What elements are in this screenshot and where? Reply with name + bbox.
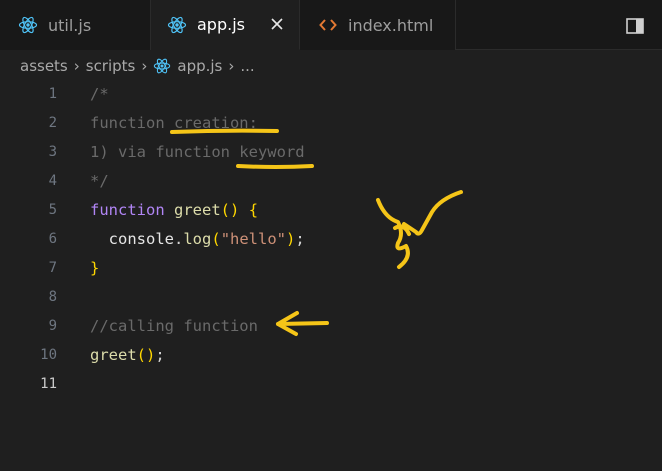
chevron-right-icon: › (141, 57, 148, 75)
code-token: greet (90, 346, 137, 364)
chevron-right-icon: › (73, 57, 80, 75)
code-line[interactable]: 2 function creation: (0, 109, 662, 138)
code-text: 1) via function keyword (90, 138, 305, 167)
code-text: } (90, 254, 99, 283)
code-token: . (174, 230, 184, 248)
split-editor-icon[interactable] (626, 18, 644, 34)
code-text: */ (90, 167, 109, 196)
react-icon (154, 58, 171, 74)
code-line[interactable]: 5 function greet() { (0, 196, 662, 225)
code-token: ) (286, 230, 296, 248)
line-number: 9 (48, 318, 57, 334)
code-line[interactable]: 1 /* (0, 80, 662, 109)
react-icon (18, 16, 38, 34)
chevron-right-icon: › (228, 57, 235, 75)
line-number: 1 (48, 86, 57, 102)
tab-index-html[interactable]: index.html (300, 0, 456, 50)
line-number: 5 (48, 202, 57, 218)
code-token: ; (295, 230, 305, 248)
code-token: } (90, 259, 100, 277)
code-text: /* (90, 80, 109, 109)
code-editor[interactable]: 1 /* 2 function creation: 3 1) via function k… (0, 80, 662, 471)
code-token: { (248, 201, 259, 219)
breadcrumb-item-symbols[interactable]: ... (240, 57, 254, 75)
code-line[interactable]: 10 greet(); (0, 341, 662, 370)
tab-bar: util.js app.js index.html (0, 0, 662, 50)
breadcrumb-item-file[interactable]: app.js (177, 57, 222, 75)
code-token: */ (90, 172, 109, 190)
code-line[interactable]: 4 */ (0, 167, 662, 196)
code-text: greet(); (90, 341, 165, 370)
line-number: 7 (48, 260, 57, 276)
tab-app-js[interactable]: app.js (151, 0, 300, 50)
code-token: function creation: (90, 114, 258, 132)
code-line[interactable]: 8 (0, 283, 662, 312)
code-token: ( (211, 230, 221, 248)
close-icon[interactable] (269, 16, 285, 32)
code-line[interactable]: 11 (0, 370, 662, 399)
breadcrumb-item-assets[interactable]: assets (20, 57, 68, 75)
line-number: 4 (48, 173, 57, 189)
code-text: function creation: (90, 109, 258, 138)
code-token: "hello" (220, 230, 287, 248)
line-number: 8 (48, 289, 57, 305)
code-token: () (136, 346, 156, 364)
code-token: 1) via function keyword (90, 143, 305, 161)
code-token: () (220, 201, 240, 219)
line-number: 6 (48, 231, 57, 247)
code-line[interactable]: 6 console.log("hello"); (0, 225, 662, 254)
code-token: log (183, 230, 212, 248)
code-token: function (90, 201, 165, 219)
tab-util-js[interactable]: util.js (0, 0, 151, 50)
code-text: //calling function (90, 312, 258, 341)
code-text: console.log("hello"); (90, 225, 305, 254)
line-number: 3 (48, 144, 57, 160)
code-line[interactable]: 3 1) via function keyword (0, 138, 662, 167)
line-number: 10 (40, 347, 57, 363)
react-icon (167, 16, 187, 33)
code-text: function greet() { (90, 196, 258, 225)
code-token: console (90, 230, 174, 248)
breadcrumb: assets › scripts › app.js › ... (20, 54, 255, 78)
html-code-icon (319, 19, 337, 31)
code-line[interactable]: 9 //calling function (0, 312, 662, 341)
tab-label: index.html (348, 15, 434, 35)
code-token: //calling function (90, 317, 258, 335)
code-line[interactable]: 7} (0, 254, 662, 283)
line-number: 2 (48, 115, 57, 131)
tab-label: util.js (48, 15, 92, 35)
line-number: 11 (40, 376, 57, 392)
breadcrumb-item-scripts[interactable]: scripts (86, 57, 136, 75)
tab-label: app.js (197, 15, 245, 34)
code-token: greet (174, 201, 221, 219)
code-token: /* (90, 85, 109, 103)
code-token: ; (155, 346, 165, 364)
